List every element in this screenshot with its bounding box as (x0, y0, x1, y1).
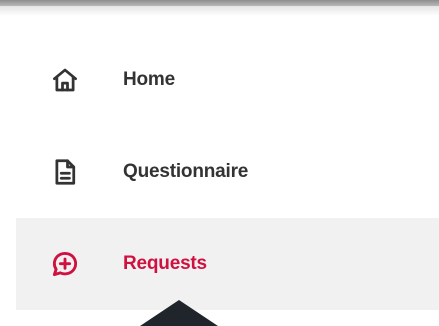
document-icon (50, 157, 80, 187)
nav-item-requests[interactable]: Requests (16, 218, 439, 310)
sidebar-nav: Home Questionnaire Requests (16, 34, 439, 310)
tooltip-pointer (140, 300, 218, 326)
nav-item-label: Home (123, 69, 175, 90)
top-shadow (0, 6, 439, 16)
nav-item-questionnaire[interactable]: Questionnaire (16, 126, 439, 218)
home-icon (50, 65, 80, 95)
nav-item-label: Questionnaire (123, 161, 249, 182)
chat-plus-icon (50, 249, 80, 279)
nav-item-label: Requests (123, 253, 207, 274)
nav-item-home[interactable]: Home (16, 34, 439, 126)
